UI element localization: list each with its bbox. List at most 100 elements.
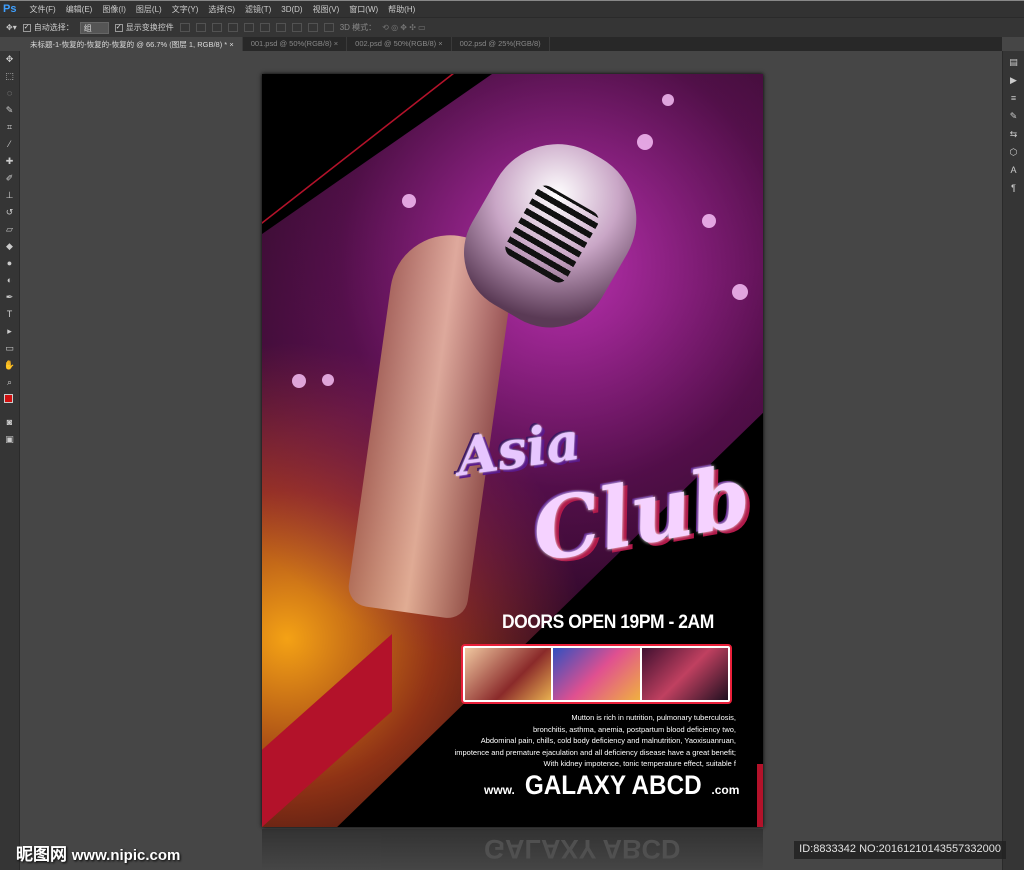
character-panel-icon[interactable]: A	[1008, 165, 1020, 175]
brush-panel-icon[interactable]: ✎	[1008, 111, 1020, 121]
menu-filter[interactable]: 滤镜(T)	[240, 4, 276, 15]
align-left-icon[interactable]	[227, 23, 238, 32]
menu-window[interactable]: 窗口(W)	[344, 4, 383, 15]
paint-bucket-icon[interactable]: ◆	[4, 241, 16, 251]
image-id-label: ID:8833342 NO:20161210143557332000	[794, 841, 1006, 859]
url-suffix: .com	[711, 783, 740, 797]
menu-file[interactable]: 文件(F)	[24, 4, 60, 15]
tab-label: 002.psd @ 25%(RGB/8)	[459, 39, 541, 48]
distribute-middle-icon[interactable]	[291, 23, 302, 32]
poster-reflection: GALAXY ABCD	[262, 829, 763, 870]
photo-strip	[461, 644, 732, 704]
menu-select[interactable]: 选择(S)	[203, 4, 240, 15]
healing-tool-icon[interactable]: ✚	[4, 156, 16, 166]
url-main: GALAXY ABCD	[524, 770, 702, 800]
pen-tool-icon[interactable]: ✒	[4, 292, 16, 302]
tab-untitled[interactable]: 未标题-1-恢复的-恢复的-恢复的 @ 66.7% (图层 1, RGB/8) …	[22, 37, 243, 51]
doors-open-text: DOORS OPEN 19PM - 2AM	[502, 612, 714, 633]
stamp-tool-icon[interactable]: ⊥	[4, 190, 16, 200]
align-top-icon[interactable]	[179, 23, 190, 32]
mode-3d-label: 3D 模式：	[339, 23, 377, 32]
align-right-icon[interactable]	[259, 23, 270, 32]
show-transform-checkbox[interactable]: ✓ 显示变换控件	[114, 22, 174, 33]
tools-panel: ✥ ⬚ ◌ ✎ ⌗ ⁄ ✚ ✐ ⊥ ↺ ▱ ◆ ● ◐ ✒ T ▸ ▭ ✋ ⌕ …	[0, 51, 20, 870]
bokeh-light	[702, 214, 716, 228]
move-tool-icon[interactable]: ✥▾	[6, 23, 17, 32]
watermark-url: www.nipic.com	[71, 847, 181, 864]
auto-select-label: 自动选择：	[33, 23, 74, 32]
menu-image[interactable]: 图像(I)	[97, 4, 131, 15]
tab-label: 001.psd @ 50%(RGB/8)	[250, 39, 332, 48]
marquee-tool-icon[interactable]: ⬚	[4, 71, 16, 81]
photo-party	[553, 648, 640, 700]
align-bottom-icon[interactable]	[211, 23, 222, 32]
photoshop-logo: Ps	[3, 3, 17, 15]
url-prefix: www.	[484, 783, 515, 797]
zoom-tool-icon[interactable]: ⌕	[4, 377, 16, 387]
distribute-bottom-icon[interactable]	[307, 23, 318, 32]
close-icon[interactable]: ×	[334, 39, 338, 48]
history-brush-icon[interactable]: ↺	[4, 207, 16, 217]
menu-bar: Ps 文件(F) 编辑(E) 图像(I) 图层(L) 文字(Y) 选择(S) 滤…	[0, 0, 1024, 17]
layers-panel-icon[interactable]: ≡	[1008, 93, 1020, 103]
align-middle-icon[interactable]	[195, 23, 206, 32]
bokeh-light	[292, 374, 306, 388]
distribute-top-icon[interactable]	[275, 23, 286, 32]
adjust-panel-icon[interactable]: ⇆	[1008, 129, 1020, 139]
rotate-3d-icon[interactable]: ⟲ ◎ ✥ ✣ ▭	[382, 23, 426, 32]
dodge-tool-icon[interactable]: ◐	[4, 275, 16, 285]
photo-crowd	[641, 648, 728, 700]
bokeh-light	[662, 94, 674, 106]
lasso-tool-icon[interactable]: ◌	[4, 88, 16, 98]
blur-tool-icon[interactable]: ●	[4, 258, 16, 268]
close-icon[interactable]: ×	[229, 40, 233, 49]
actions-panel-icon[interactable]: ▶	[1008, 75, 1020, 85]
tab-label: 未标题-1-恢复的-恢复的-恢复的 @ 66.7% (图层 1, RGB/8) …	[30, 40, 228, 49]
red-stripe-right	[757, 764, 763, 827]
tab-001[interactable]: 001.psd @ 50%(RGB/8) ×	[243, 37, 348, 51]
menu-edit[interactable]: 编辑(E)	[61, 4, 98, 15]
brush-tool-icon[interactable]: ✐	[4, 173, 16, 183]
poster-canvas: Asia Club DOORS OPEN 19PM - 2AM Mutton i…	[262, 74, 763, 827]
body-line: Mutton is rich in nutrition, pulmonary t…	[571, 713, 736, 722]
show-transform-label: 显示变换控件	[125, 23, 174, 32]
body-line: Abdominal pain, chills, cold body defici…	[480, 736, 736, 745]
menu-help[interactable]: 帮助(H)	[383, 4, 420, 15]
eraser-tool-icon[interactable]: ▱	[4, 224, 16, 234]
reflected-url: GALAXY ABCD	[484, 834, 681, 864]
menu-view[interactable]: 视图(V)	[308, 4, 345, 15]
nipic-watermark: 昵图网 www.nipic.com	[16, 840, 180, 865]
paragraph-panel-icon[interactable]: ¶	[1008, 183, 1020, 193]
document-tabs: 未标题-1-恢复的-恢复的-恢复的 @ 66.7% (图层 1, RGB/8) …	[22, 37, 1002, 51]
bokeh-light	[637, 134, 653, 150]
color-swatches[interactable]	[3, 394, 17, 410]
3d-panel-icon[interactable]: ⬡	[1008, 147, 1020, 157]
body-line: impotence and premature ejaculation and …	[454, 747, 736, 757]
align-center-icon[interactable]	[243, 23, 254, 32]
auto-align-icon[interactable]	[323, 23, 334, 32]
quick-mask-icon[interactable]: ◙	[4, 417, 16, 427]
menu-layer[interactable]: 图层(L)	[131, 4, 167, 15]
tab-002-50[interactable]: 002.psd @ 50%(RGB/8) ×	[347, 37, 452, 51]
close-icon[interactable]: ×	[438, 39, 442, 48]
options-bar: ✥▾ ✓ 自动选择： 组 ✓ 显示变换控件 3D 模式： ⟲ ◎ ✥ ✣ ▭	[0, 17, 1024, 37]
path-select-icon[interactable]: ▸	[4, 326, 16, 336]
bokeh-light	[402, 194, 416, 208]
photo-toast	[465, 648, 552, 700]
menu-3d[interactable]: 3D(D)	[276, 5, 307, 14]
bokeh-light	[732, 284, 748, 300]
auto-select-checkbox[interactable]: ✓ 自动选择：	[22, 22, 74, 33]
shape-tool-icon[interactable]: ▭	[4, 343, 16, 353]
type-tool-icon[interactable]: T	[4, 309, 16, 319]
quick-select-tool-icon[interactable]: ✎	[4, 105, 16, 115]
hand-tool-icon[interactable]: ✋	[4, 360, 16, 370]
body-line: bronchitis, asthma, anemia, postpartum b…	[532, 724, 736, 734]
screen-mode-icon[interactable]: ▣	[4, 434, 16, 444]
auto-select-dropdown[interactable]: 组	[79, 21, 109, 34]
tab-002-25[interactable]: 002.psd @ 25%(RGB/8)	[452, 37, 550, 51]
move-tool-icon[interactable]: ✥	[4, 54, 16, 64]
history-panel-icon[interactable]: ▤	[1008, 57, 1020, 67]
menu-type[interactable]: 文字(Y)	[167, 4, 204, 15]
eyedropper-tool-icon[interactable]: ⁄	[4, 139, 16, 149]
crop-tool-icon[interactable]: ⌗	[4, 122, 16, 132]
